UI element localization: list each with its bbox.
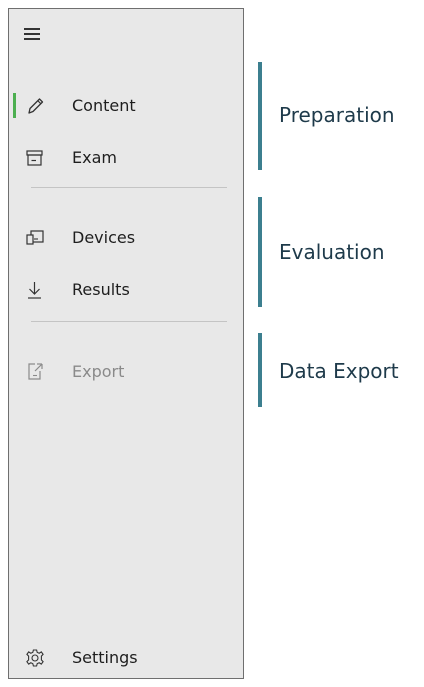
nav-item-exam[interactable]: Exam <box>9 137 243 177</box>
navigation-pane: Content Exam Devices Results Export Sett… <box>8 8 244 679</box>
menu-icon[interactable] <box>21 23 45 43</box>
divider <box>31 187 227 188</box>
gear-icon <box>23 647 47 669</box>
divider <box>31 321 227 322</box>
group-label: Data Export <box>279 359 399 383</box>
nav-item-label: Export <box>72 362 125 381</box>
download-arrow-icon <box>23 279 47 301</box>
nav-item-label: Devices <box>72 228 136 247</box>
nav-item-label: Settings <box>72 648 138 667</box>
nav-item-settings[interactable]: Settings <box>9 637 243 677</box>
group-bar <box>258 62 262 170</box>
nav-item-results[interactable]: Results <box>9 269 243 309</box>
group-bar <box>258 197 262 307</box>
nav-item-label: Content <box>72 96 136 115</box>
nav-item-export[interactable]: Export <box>9 351 243 391</box>
devices-icon <box>23 227 47 249</box>
selection-indicator <box>13 93 16 118</box>
archive-box-icon <box>23 147 47 169</box>
nav-item-label: Results <box>72 280 130 299</box>
nav-item-devices[interactable]: Devices <box>9 217 243 257</box>
export-document-icon <box>23 361 47 383</box>
nav-item-label: Exam <box>72 148 117 167</box>
pencil-icon <box>23 95 47 117</box>
group-label: Preparation <box>279 103 395 127</box>
group-label: Evaluation <box>279 240 385 264</box>
nav-item-content[interactable]: Content <box>9 85 243 125</box>
group-bar <box>258 333 262 407</box>
